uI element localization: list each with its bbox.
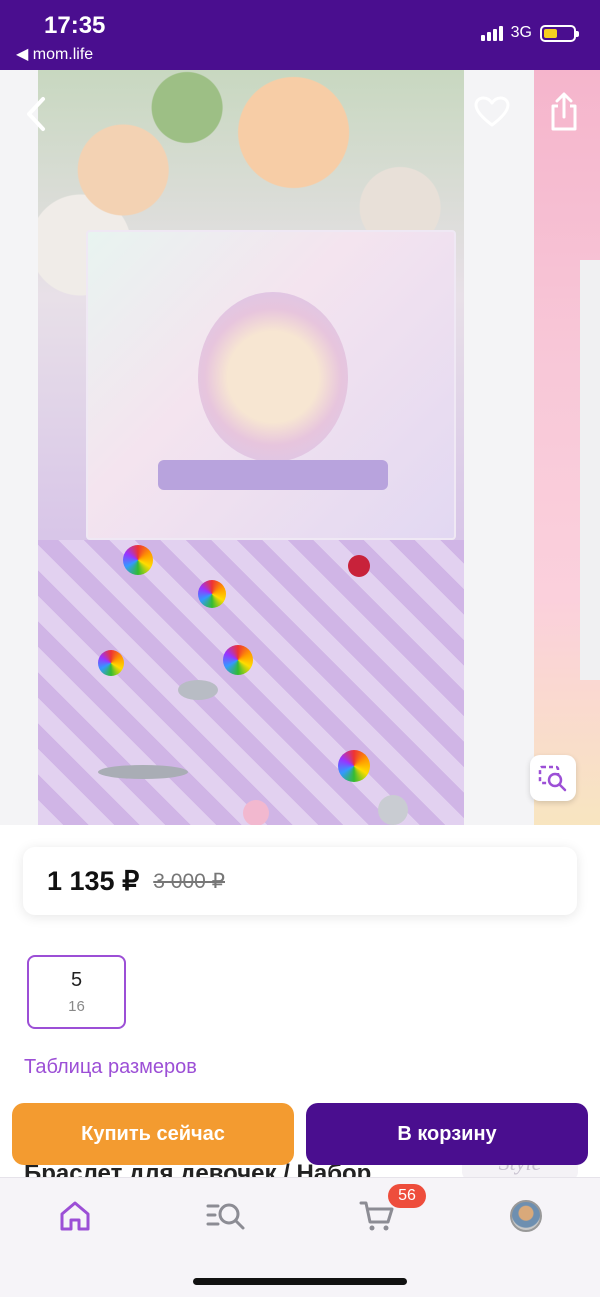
cart-icon bbox=[359, 1201, 394, 1231]
heart-icon[interactable] bbox=[472, 92, 512, 132]
share-icon[interactable] bbox=[544, 90, 584, 134]
photo-bracelets bbox=[38, 540, 464, 825]
avatar bbox=[510, 1200, 542, 1232]
back-to-app-link[interactable]: ◀ mom.life bbox=[16, 44, 93, 64]
tab-profile[interactable] bbox=[496, 1196, 556, 1236]
price-card: 1 135 ₽ 3 000 ₽ bbox=[23, 847, 577, 915]
tab-home[interactable] bbox=[45, 1196, 105, 1236]
size-table-link[interactable]: Таблица размеров bbox=[24, 1056, 197, 1079]
product-photo[interactable] bbox=[38, 70, 464, 825]
cart-count-badge: 56 bbox=[388, 1184, 426, 1208]
size-value: 5 bbox=[70, 969, 83, 991]
product-gallery[interactable] bbox=[0, 70, 600, 825]
back-icon[interactable] bbox=[18, 96, 54, 132]
battery-icon bbox=[540, 24, 579, 42]
home-indicator bbox=[193, 1278, 407, 1285]
image-search-icon bbox=[538, 765, 567, 792]
next-photo-frame bbox=[580, 260, 600, 680]
status-indicators: 3G bbox=[480, 24, 579, 42]
size-option-selected[interactable]: 5 16 bbox=[27, 955, 126, 1029]
buy-now-button[interactable]: Купить сейчас bbox=[12, 1103, 294, 1165]
status-time: 17:35 bbox=[44, 12, 106, 39]
catalog-search-icon bbox=[206, 1203, 245, 1230]
size-subvalue: 16 bbox=[68, 998, 85, 1015]
old-price: 3 000 ₽ bbox=[153, 869, 225, 893]
image-search-button[interactable] bbox=[530, 755, 576, 801]
status-bar: 17:35 ◀ mom.life 3G bbox=[0, 0, 600, 70]
current-price: 1 135 ₽ bbox=[47, 865, 140, 896]
tab-catalog[interactable] bbox=[196, 1196, 256, 1236]
network-type: 3G bbox=[510, 24, 532, 41]
photo-gift-box bbox=[86, 230, 456, 540]
add-to-cart-button[interactable]: В корзину bbox=[306, 1103, 588, 1165]
signal-icon bbox=[480, 25, 503, 41]
home-icon bbox=[60, 1201, 90, 1231]
